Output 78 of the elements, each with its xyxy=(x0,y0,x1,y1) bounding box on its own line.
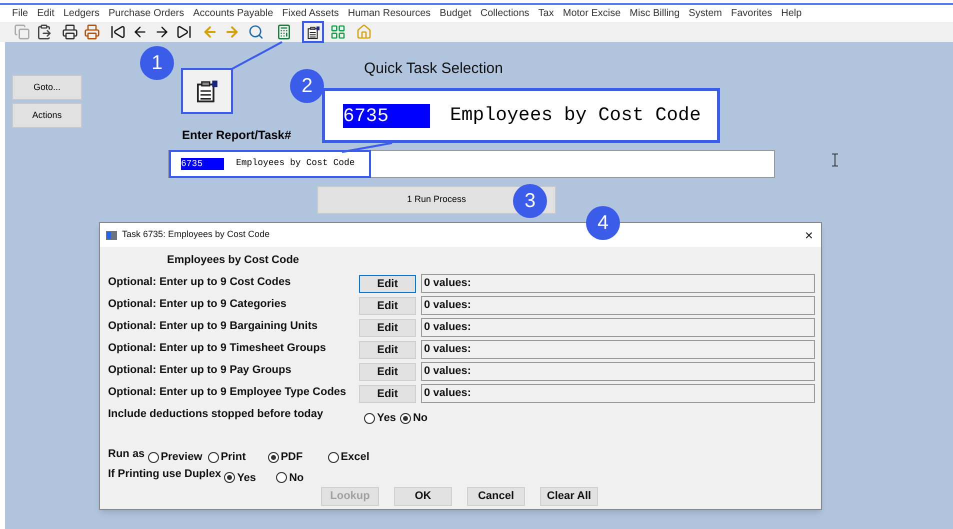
menu-item[interactable]: System xyxy=(688,6,722,21)
task-input-field[interactable]: 6735 Employees by Cost Code xyxy=(168,150,775,178)
grid-icon[interactable] xyxy=(330,24,346,40)
filter-label: Optional: Enter up to 9 Timesheet Groups xyxy=(108,341,327,356)
menu-item[interactable]: Motor Excise xyxy=(562,6,621,21)
option-label: If Printing use Duplex xyxy=(108,466,222,482)
radio-button[interactable] xyxy=(224,472,236,484)
task-name: Employees by Cost Code xyxy=(236,157,355,170)
task-number: 6735 xyxy=(181,158,224,170)
menu-item[interactable]: Human Resources xyxy=(348,6,431,21)
task-number: 6735 xyxy=(343,104,430,128)
radio-button[interactable] xyxy=(148,452,159,463)
radio-button[interactable] xyxy=(364,412,375,424)
radio-button[interactable] xyxy=(276,472,288,484)
values-field: 0 values: xyxy=(421,384,815,403)
menu-item[interactable]: Accounts Payable xyxy=(193,6,274,21)
menu-item[interactable]: Collections xyxy=(480,6,530,21)
task-icon xyxy=(194,78,220,104)
text-cursor-icon xyxy=(831,153,839,167)
menu-item[interactable]: Budget xyxy=(440,6,472,21)
side-button[interactable]: Goto... xyxy=(12,75,82,100)
values-field: 0 values: xyxy=(421,362,815,381)
dialog-button[interactable]: OK xyxy=(394,487,452,506)
radio-label: Print xyxy=(220,450,246,465)
menu-item[interactable]: Tax xyxy=(538,6,554,21)
dialog-button[interactable]: Cancel xyxy=(467,487,525,506)
menu-item[interactable]: Purchase Orders xyxy=(108,6,184,21)
side-button[interactable]: Actions xyxy=(12,103,82,128)
radio-button[interactable] xyxy=(208,452,219,463)
dialog-title: Task 6735: Employees by Cost Code xyxy=(122,228,270,242)
dialog-heading: Employees by Cost Code xyxy=(167,253,300,267)
radio-label: Excel xyxy=(340,450,370,465)
menu-item[interactable]: Ledgers xyxy=(63,6,100,21)
dialog-button[interactable]: Clear All xyxy=(540,487,598,506)
filter-label: Optional: Enter up to 9 Cost Codes xyxy=(108,275,292,290)
menu-item[interactable]: Help xyxy=(781,6,802,21)
search-icon[interactable] xyxy=(248,24,264,40)
radio-label: PDF xyxy=(280,450,303,465)
paste-icon[interactable] xyxy=(36,24,52,40)
radio-button[interactable] xyxy=(268,452,279,463)
task-icon xyxy=(306,24,320,40)
radio-label: Yes xyxy=(377,410,396,426)
menu-item[interactable]: File xyxy=(12,6,28,21)
edit-button[interactable]: Edit xyxy=(359,384,416,402)
edit-button[interactable]: Edit xyxy=(359,340,416,358)
menu-item[interactable]: Fixed Assets xyxy=(282,6,339,21)
radio-button[interactable] xyxy=(328,452,339,463)
radio-label: Yes xyxy=(237,470,256,486)
values-field: 0 values: xyxy=(421,340,815,359)
menu-item[interactable]: Misc Billing xyxy=(630,6,680,21)
edit-button[interactable]: Edit xyxy=(359,296,416,314)
radio-label: No xyxy=(289,470,304,486)
filter-label: Optional: Enter up to 9 Pay Groups xyxy=(108,363,292,378)
calculator-icon[interactable] xyxy=(276,24,292,40)
menu-item[interactable]: Favorites xyxy=(731,6,772,21)
filter-label: Optional: Enter up to 9 Bargaining Units xyxy=(108,319,319,334)
menu-item[interactable]: Edit xyxy=(37,6,54,21)
field-label: Enter Report/Task# xyxy=(182,128,292,142)
option-label: Run as xyxy=(108,447,145,462)
filter-label: Optional: Enter up to 9 Categories xyxy=(108,297,288,312)
page-title: Quick Task Selection xyxy=(364,60,504,78)
edit-button[interactable]: Edit xyxy=(359,362,416,380)
first-record-icon[interactable] xyxy=(110,24,126,40)
values-field: 0 values: xyxy=(421,318,815,337)
last-record-icon[interactable] xyxy=(176,24,192,40)
radio-button[interactable] xyxy=(400,412,411,424)
close-button[interactable]: × xyxy=(804,224,813,246)
printer-icon[interactable] xyxy=(62,24,78,40)
values-field: 0 values: xyxy=(421,274,815,293)
task-name: Employees by Cost Code xyxy=(450,103,701,128)
edit-button[interactable]: Edit xyxy=(359,274,416,292)
filter-label: Optional: Enter up to 9 Employee Type Codes xyxy=(108,385,348,400)
window-icon xyxy=(106,230,117,240)
option-label: Include deductions stopped before today xyxy=(108,407,324,422)
edit-button[interactable]: Edit xyxy=(359,318,416,336)
radio-label: No xyxy=(412,410,428,426)
values-field: 0 values: xyxy=(421,296,815,315)
radio-label: Preview xyxy=(160,450,202,465)
